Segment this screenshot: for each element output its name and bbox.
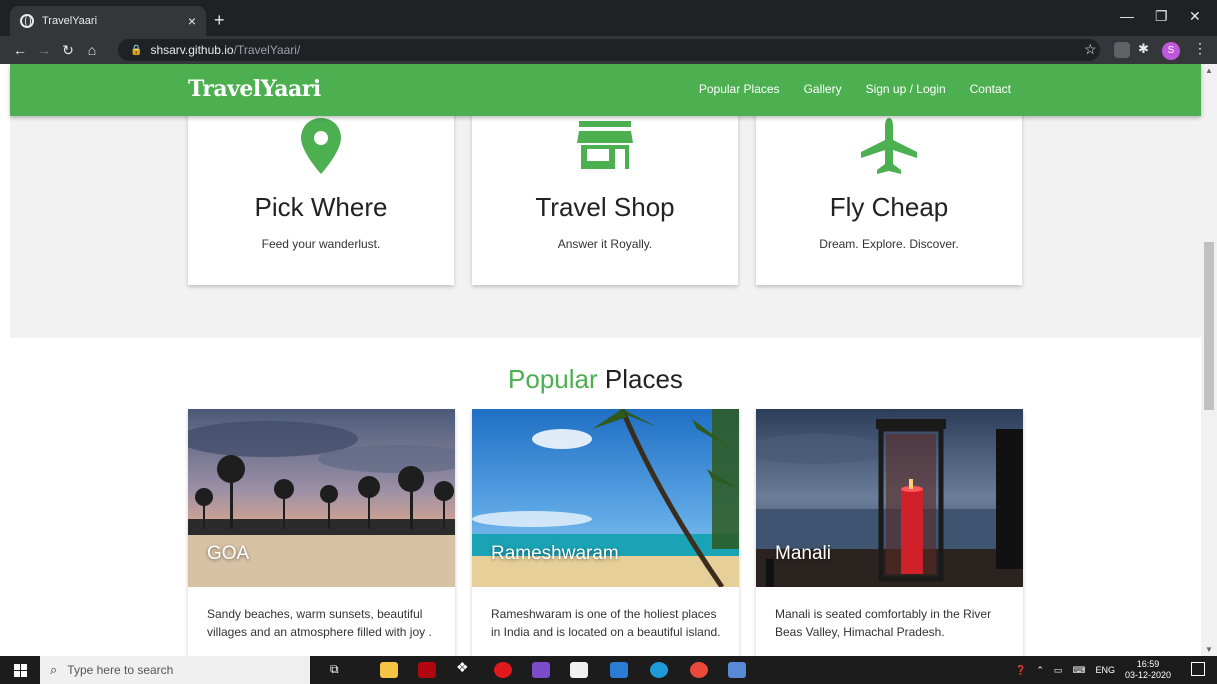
language-indicator[interactable]: ENG [1095,665,1115,675]
place-card-rameshwaram[interactable]: Rameshwaram Rameshwaram is one of the ho… [472,409,739,656]
feature-card-fly-cheap: Fly Cheap Dream. Explore. Discover. [756,102,1022,285]
place-name: Rameshwaram [491,543,619,564]
browser-tabstrip: TravelYaari × + — ❐ ✕ [0,0,1217,36]
place-card-manali[interactable]: Manali Manali is seated comfortably in t… [756,409,1023,656]
feature-title: Travel Shop [535,192,675,222]
puzzle-extensions-icon[interactable]: ✱ [1138,41,1154,57]
place-description: Manali is seated comfortably in the Rive… [775,607,992,639]
windows-logo-icon [13,663,27,677]
window-close-icon[interactable]: ✕ [1189,8,1201,25]
brand-logo[interactable]: TravelYaari [188,76,321,102]
place-description: Sandy beaches, warm sunsets, beautiful v… [207,607,432,639]
store-icon[interactable] [570,662,588,678]
system-tray: ❓ ⌃ ▭ ⌨ ENG 16:59 03-12-2020 [1015,656,1171,684]
nav-link-contact[interactable]: Contact [970,82,1011,96]
place-name: GOA [207,543,250,564]
opera-icon[interactable] [494,662,512,678]
url-host: shsarv.github.io [150,43,234,57]
nav-links: Popular Places Gallery Sign up / Login C… [699,82,1011,96]
url-path: /TravelYaari/ [233,43,301,57]
home-icon[interactable]: ⌂ [80,42,104,58]
edge-icon[interactable] [650,662,668,678]
mail-icon[interactable] [610,662,628,678]
taskbar-clock[interactable]: 16:59 03-12-2020 [1125,659,1171,681]
bookmark-star-icon[interactable]: ☆ [1084,41,1097,58]
extension-icon[interactable] [1114,42,1130,58]
feature-subtitle: Answer it Royally. [557,237,653,251]
task-view-icon[interactable]: ⧉ [330,662,348,678]
app-icon[interactable] [728,662,746,678]
section-title-accent: Popular [508,364,598,394]
menu-kebab-icon[interactable]: ⋮ [1193,40,1207,57]
feature-subtitle: Dream. Explore. Discover. [819,237,959,251]
feature-card-pick-where: Pick Where Feed your wanderlust. [188,102,454,285]
restore-icon[interactable]: ❐ [1155,8,1168,25]
taskbar-search[interactable]: ⌕ Type here to search [40,656,310,684]
help-icon[interactable]: ❓ [1015,665,1026,676]
notification-icon[interactable] [1191,662,1205,676]
manali-image: Manali [756,409,1023,587]
profile-avatar[interactable]: S [1162,42,1180,60]
nav-link-signup-login[interactable]: Sign up / Login [866,82,946,96]
file-explorer-icon[interactable] [380,662,398,678]
reload-icon[interactable]: ↻ [56,42,80,59]
place-card-goa[interactable]: GOA Sandy beaches, warm sunsets, beautif… [188,409,455,656]
rameshwaram-image: Rameshwaram [472,409,739,587]
dropbox-icon[interactable]: ❖ [456,659,474,675]
tab-close-button[interactable]: × [188,13,196,29]
netflix-icon[interactable] [418,662,436,678]
browser-tab[interactable]: TravelYaari × [10,6,206,36]
scroll-down-icon[interactable]: ▼ [1205,645,1213,654]
section-title: Popular Places [0,364,1191,395]
page-viewport: Pick Where Feed your wanderlust. Travel … [0,64,1217,656]
lock-icon: 🔒 [130,44,143,56]
shop-icon [577,121,633,169]
taskbar-search-placeholder: Type here to search [67,663,174,677]
clock-date: 03-12-2020 [1124,670,1171,680]
airplane-icon [861,118,917,174]
minimize-icon[interactable]: — [1120,8,1134,24]
keyboard-icon[interactable]: ⌨ [1072,665,1085,676]
onenote-icon[interactable] [532,662,550,678]
place-name: Manali [775,543,831,564]
search-icon: ⌕ [50,662,58,677]
tray-chevron-up-icon[interactable]: ⌃ [1036,665,1044,676]
feature-title: Pick Where [254,192,388,222]
start-button[interactable] [0,656,40,684]
chrome-icon[interactable] [690,662,708,678]
clock-time: 16:59 [1136,659,1160,669]
tab-title: TravelYaari [42,15,98,27]
nav-link-popular-places[interactable]: Popular Places [699,82,780,96]
map-pin-icon [301,118,341,174]
browser-toolbar: ← → ↻ ⌂ 🔒 shsarv.github.io/TravelYaari/ … [0,36,1217,64]
nav-link-gallery[interactable]: Gallery [804,82,842,96]
site-navbar: TravelYaari Popular Places Gallery Sign … [10,64,1201,116]
section-title-rest: Places [597,364,683,394]
scroll-up-icon[interactable]: ▲ [1205,66,1213,75]
forward-icon[interactable]: → [32,42,56,58]
place-description: Rameshwaram is one of the holiest places… [491,607,721,639]
goa-image: GOA [188,409,455,587]
feature-title: Fly Cheap [829,192,949,222]
feature-subtitle: Feed your wanderlust. [261,237,381,251]
page-scrollbar[interactable]: ▲ ▼ [1201,64,1217,656]
back-icon[interactable]: ← [8,42,32,58]
address-bar[interactable]: 🔒 shsarv.github.io/TravelYaari/ [118,39,1100,61]
battery-icon[interactable]: ▭ [1054,665,1063,676]
scroll-thumb[interactable] [1204,242,1214,410]
globe-icon [20,14,34,28]
new-tab-button[interactable]: + [214,10,225,31]
feature-card-travel-shop: Travel Shop Answer it Royally. [472,102,738,285]
